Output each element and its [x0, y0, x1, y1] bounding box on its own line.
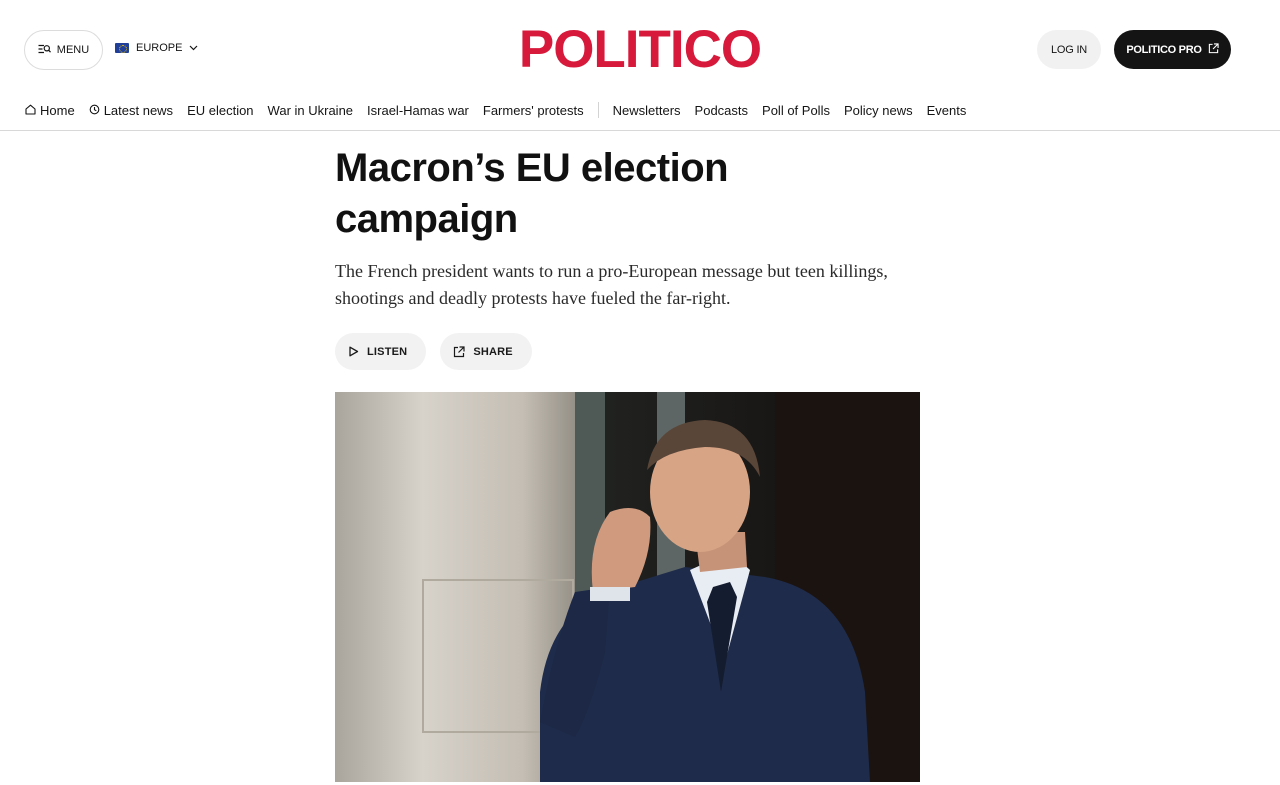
- nav-item-farmers-protests[interactable]: Farmers' protests: [483, 103, 584, 118]
- nav-label: Israel-Hamas war: [367, 102, 469, 118]
- nav-item-newsletters[interactable]: Newsletters: [613, 103, 681, 118]
- article-actions: LISTEN SHARE: [335, 333, 532, 370]
- listen-button[interactable]: LISTEN: [335, 333, 427, 370]
- nav-item-home[interactable]: Home: [25, 103, 75, 118]
- pro-label: POLITICO PRO: [1126, 43, 1202, 56]
- site-header: MENU EUROPE POLITICO LOG IN POLITICO PRO…: [0, 0, 1280, 131]
- share-label: SHARE: [473, 345, 513, 358]
- nav-label: Poll of Polls: [762, 102, 830, 118]
- play-icon: [348, 346, 359, 357]
- share-button[interactable]: SHARE: [440, 333, 532, 370]
- nav-label: Home: [40, 102, 75, 118]
- nav-item-policy-news[interactable]: Policy news: [844, 103, 913, 118]
- share-icon: [453, 345, 465, 358]
- listen-label: LISTEN: [367, 345, 408, 358]
- nav-divider: [597, 102, 599, 118]
- nav-label: EU election: [187, 102, 254, 118]
- main-nav: Home Latest news EU election War in Ukra…: [25, 101, 980, 119]
- login-button[interactable]: LOG IN: [1037, 30, 1101, 69]
- nav-label: Latest news: [103, 102, 174, 118]
- nav-label: Policy news: [843, 102, 913, 118]
- nav-item-eu-election[interactable]: EU election: [187, 103, 253, 118]
- clock-icon: [89, 103, 100, 118]
- hero-image: [335, 392, 920, 782]
- nav-label: War in Ukraine: [267, 102, 354, 118]
- nav-item-podcasts[interactable]: Podcasts: [695, 103, 748, 118]
- article-dek: The French president wants to run a pro-…: [335, 261, 888, 308]
- nav-label: Events: [926, 102, 967, 118]
- external-link-icon: [1208, 42, 1219, 57]
- nav-item-latest-news[interactable]: Latest news: [89, 103, 173, 118]
- politico-pro-button[interactable]: POLITICO PRO: [1114, 30, 1231, 69]
- nav-item-israel-hamas-war[interactable]: Israel-Hamas war: [367, 103, 469, 118]
- headline-line-3: campaign: [335, 197, 518, 241]
- home-icon: [25, 103, 36, 118]
- nav-item-poll-of-polls[interactable]: Poll of Polls: [762, 103, 830, 118]
- nav-item-events[interactable]: Events: [927, 103, 967, 118]
- nav-label: Farmers' protests: [482, 102, 584, 118]
- nav-item-war-in-ukraine[interactable]: War in Ukraine: [268, 103, 353, 118]
- headline-line-2: Macron’s EU election: [335, 146, 729, 190]
- nav-label: Podcasts: [694, 102, 749, 118]
- nav-label: Newsletters: [612, 102, 681, 118]
